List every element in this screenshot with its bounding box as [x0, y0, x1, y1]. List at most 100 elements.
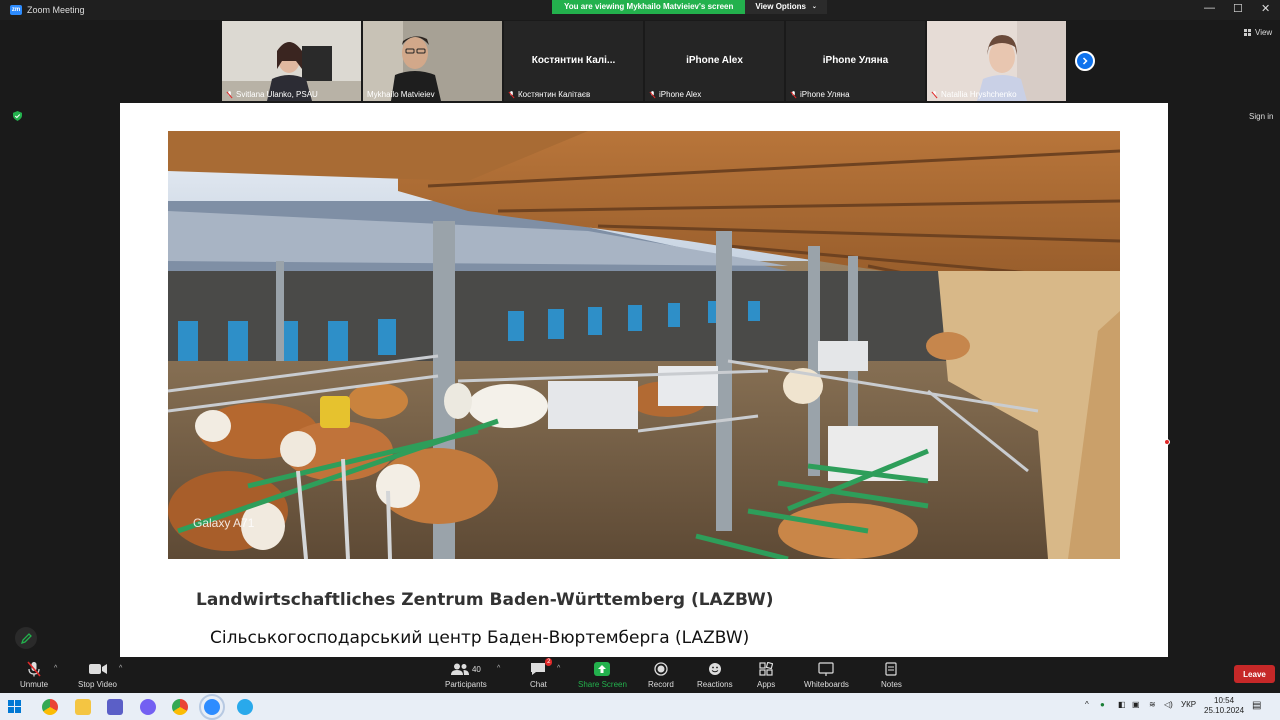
apps-button[interactable]: Apps — [757, 661, 775, 689]
pencil-icon — [20, 632, 32, 644]
participant-video — [363, 21, 502, 101]
share-screen-label: Share Screen — [578, 680, 627, 689]
remote-pointer-dot — [1164, 439, 1170, 445]
chrome-profile-icon[interactable] — [172, 699, 188, 715]
participant-tile[interactable]: iPhone Уляна iPhone Уляна — [786, 21, 925, 101]
annotate-pencil-button[interactable] — [15, 627, 37, 649]
next-participants-button[interactable] — [1075, 51, 1095, 71]
close-icon[interactable]: ✕ — [1261, 2, 1270, 15]
participant-name-tag: iPhone Alex — [649, 90, 701, 99]
share-banner: You are viewing Mykhailo Matvieiev's scr… — [552, 0, 827, 14]
windows-start-icon[interactable] — [8, 700, 21, 713]
tray-app-icon[interactable]: ● — [1100, 700, 1105, 709]
mic-muted-icon — [649, 90, 656, 98]
participant-name: Mykhailo Matvieiev — [367, 90, 435, 99]
participant-display-name: iPhone Уляна — [822, 55, 889, 66]
sign-in-link[interactable]: Sign in — [1249, 112, 1273, 121]
chat-label: Chat — [530, 680, 547, 689]
participant-tile[interactable]: Natallia Hryshchenko — [927, 21, 1066, 101]
participant-name: iPhone Alex — [659, 90, 702, 99]
audio-options-caret[interactable]: ^ — [54, 665, 57, 672]
tray-app-icon-3[interactable]: ▣ — [1132, 700, 1140, 709]
shield-icon — [13, 111, 22, 121]
participant-name: Svitlana Ulanko, PSAU — [236, 90, 318, 99]
video-strip: Svitlana Ulanko, PSAU Mykhailo Matvieiev… — [222, 21, 1066, 101]
keyboard-language[interactable]: УКР — [1181, 700, 1196, 709]
telegram-icon[interactable] — [237, 699, 253, 715]
participant-video — [222, 21, 361, 101]
windows-taskbar: ^ ● ◧ ▣ ≋ ◁) УКР 10:54 25.10.2024 ▤ — [0, 693, 1280, 720]
chrome-icon[interactable] — [42, 699, 58, 715]
viewing-screen-label: You are viewing Mykhailo Matvieiev's scr… — [552, 0, 746, 14]
maximize-icon[interactable]: ☐ — [1233, 2, 1243, 15]
mic-muted-icon — [931, 90, 938, 98]
participants-button[interactable]: 40 Participants — [445, 661, 487, 689]
slide-title-german: Landwirtschaftliches Zentrum Baden-Württ… — [196, 590, 774, 610]
participant-name: iPhone Уляна — [800, 90, 850, 99]
whiteboards-label: Whiteboards — [804, 680, 849, 689]
zoom-icon[interactable] — [199, 694, 225, 720]
video-options-caret[interactable]: ^ — [119, 665, 122, 672]
view-button[interactable]: View — [1244, 28, 1272, 37]
unmute-button[interactable]: Unmute — [20, 661, 48, 689]
barn-photo: Galaxy A71 — [168, 131, 1120, 559]
participants-count: 40 — [471, 664, 481, 674]
participant-tile[interactable]: iPhone Alex iPhone Alex — [645, 21, 784, 101]
participant-display-name: Костянтин Калі... — [531, 55, 616, 66]
record-label: Record — [648, 680, 674, 689]
grid-icon — [1244, 29, 1251, 36]
teams-icon[interactable] — [107, 699, 123, 715]
clock-date: 25.10.2024 — [1204, 706, 1245, 715]
apps-icon — [759, 662, 774, 676]
barn-photo-image: Galaxy A71 — [168, 131, 1120, 559]
participant-name-tag: Mykhailo Matvieiev — [367, 90, 435, 99]
participant-tile-active[interactable]: Mykhailo Matvieiev — [363, 21, 502, 101]
reactions-button[interactable]: Reactions — [697, 661, 733, 689]
reactions-label: Reactions — [697, 680, 733, 689]
mic-muted-icon — [790, 90, 797, 98]
participant-video — [927, 21, 1066, 101]
chat-unread-badge: 2 — [545, 658, 553, 666]
participants-icon — [450, 663, 469, 675]
participant-name-tag: Svitlana Ulanko, PSAU — [226, 90, 318, 99]
view-options-button[interactable]: View Options ⌄ — [745, 0, 827, 14]
whiteboard-icon — [818, 662, 835, 676]
tray-app-icon-2[interactable]: ◧ — [1118, 700, 1126, 709]
notes-button[interactable]: Notes — [881, 661, 902, 689]
mic-muted-icon — [508, 90, 515, 98]
participant-name: Костянтин Калітаєв — [518, 90, 591, 99]
unmute-label: Unmute — [20, 680, 49, 689]
leave-button[interactable]: Leave — [1234, 665, 1275, 683]
mic-muted-icon — [226, 90, 233, 98]
notes-label: Notes — [881, 680, 902, 689]
notes-icon — [885, 662, 898, 676]
stop-video-button[interactable]: Stop Video — [78, 661, 117, 689]
mic-muted-icon — [27, 661, 41, 677]
participant-tile[interactable]: Svitlana Ulanko, PSAU — [222, 21, 361, 101]
whiteboards-button[interactable]: Whiteboards — [804, 661, 849, 689]
notifications-icon[interactable]: ▤ — [1252, 700, 1261, 711]
chat-options-caret[interactable]: ^ — [557, 665, 560, 672]
volume-icon[interactable]: ◁) — [1164, 700, 1173, 709]
participant-display-name: iPhone Alex — [686, 55, 743, 66]
video-camera-icon — [88, 664, 107, 674]
minimize-icon[interactable]: — — [1204, 2, 1215, 14]
participant-tile[interactable]: Костянтин Калі... Костянтин Калітаєв — [504, 21, 643, 101]
chat-button[interactable]: 2 Chat — [530, 658, 553, 689]
participant-name: Natallia Hryshchenko — [941, 90, 1017, 99]
viber-icon[interactable] — [140, 699, 156, 715]
system-clock[interactable]: 10:54 25.10.2024 — [1204, 696, 1244, 716]
record-button[interactable]: Record — [648, 661, 674, 689]
participants-label: Participants — [445, 680, 487, 689]
zoom-logo-icon: zm — [10, 5, 22, 15]
wifi-icon[interactable]: ≋ — [1149, 700, 1156, 709]
share-screen-button[interactable]: Share Screen — [578, 661, 627, 689]
view-label: View — [1255, 28, 1273, 37]
view-options-label: View Options — [755, 2, 806, 11]
tray-overflow-icon[interactable]: ^ — [1085, 700, 1089, 709]
chat-bubble-icon — [531, 663, 546, 675]
file-explorer-icon[interactable] — [75, 699, 91, 715]
participants-options-caret[interactable]: ^ — [497, 665, 500, 672]
photo-watermark: Galaxy A71 — [193, 516, 255, 530]
share-screen-icon — [594, 662, 611, 676]
